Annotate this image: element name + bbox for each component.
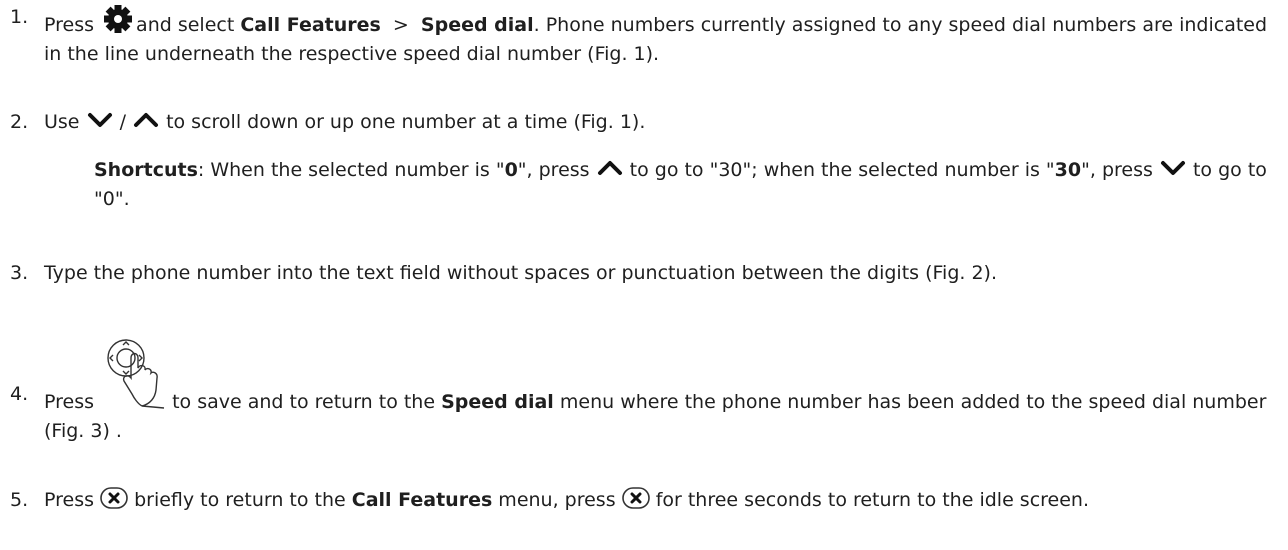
shortcut-note: Shortcuts: When the selected number is "… (94, 158, 1267, 210)
step-number: 5. (10, 489, 29, 511)
step-number: 4. (10, 383, 29, 405)
chevron-down-icon (86, 110, 114, 130)
navigation-key-press-icon (100, 339, 166, 412)
chevron-up-icon (596, 158, 624, 178)
step-2: 2. Use / to scroll down or up one number… (10, 108, 1282, 137)
step-1: 1. Press and select Call Features > Spee… (10, 3, 1282, 69)
close-key-icon (621, 486, 650, 510)
step-number: 1. (10, 6, 29, 28)
step-text: Type the phone number into the text fiel… (44, 262, 998, 284)
close-key-icon (100, 486, 128, 510)
step-number: 2. (10, 111, 29, 133)
gear-icon (101, 3, 135, 35)
chevron-up-icon (132, 110, 160, 130)
step-3: 3. Type the phone number into the text f… (10, 259, 1282, 288)
step-text: Press to save and to return to the Speed… (44, 339, 1282, 446)
shortcut-label: Shortcuts (94, 159, 198, 181)
step-text: Press briefly to return to the Call Feat… (44, 486, 1282, 515)
step-4: 4. Press to save and to return to the Sp… (10, 339, 1282, 446)
chevron-down-icon (1159, 158, 1187, 178)
step-text: Press and select Call Features > Speed d… (44, 3, 1282, 69)
step-text: Use / to scroll down or up one number at… (44, 110, 646, 133)
step-5: 5. Press briefly to return to the Call F… (10, 486, 1282, 515)
step-number: 3. (10, 262, 29, 284)
